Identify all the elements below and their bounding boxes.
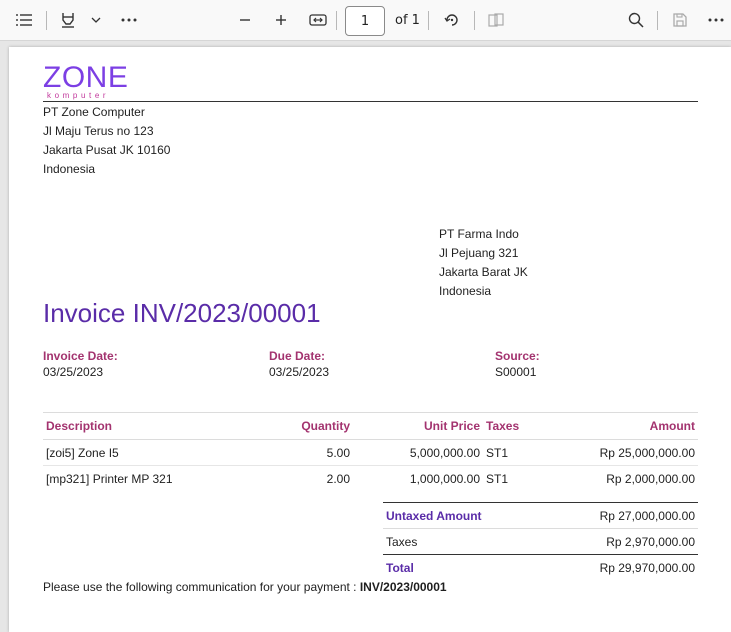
total-label: Total [383, 554, 541, 580]
search-icon[interactable] [624, 8, 648, 32]
untaxed-label: Untaxed Amount [383, 502, 541, 529]
column-header-description: Description [43, 412, 277, 440]
address-line: PT Farma Indo [439, 227, 519, 241]
address-line: PT Zone Computer [43, 105, 145, 119]
source-block: Source: S00001 [495, 349, 540, 382]
address-line: Jakarta Barat JK [439, 265, 528, 279]
toolbar-divider [46, 11, 47, 30]
address-line: Jl Pejuang 321 [439, 246, 519, 260]
highlight-icon[interactable] [56, 8, 80, 32]
taxes-label: Taxes [386, 534, 418, 549]
source-label: Source: [495, 349, 540, 363]
line-description: [zoi5] Zone I5 [43, 439, 277, 466]
address-line: Jl Maju Terus no 123 [43, 124, 154, 138]
invoice-title: Invoice INV/2023/00001 [43, 298, 321, 328]
toolbar-divider [428, 11, 429, 30]
line-amount: Rp 2,000,000.00 [606, 471, 695, 486]
invoice-date-value: 03/25/2023 [43, 365, 104, 379]
address-line: Jakarta Pusat JK 10160 [43, 143, 171, 157]
totals-table: Untaxed Amount Rp 27,000,000.00 Taxes Rp… [383, 502, 698, 580]
line-description: [mp321] Printer MP 321 [46, 471, 173, 486]
table-header-row: Description Quantity Unit Price Taxes Am… [43, 412, 698, 440]
more-options-icon[interactable] [704, 8, 728, 32]
zoom-out-icon[interactable] [233, 8, 257, 32]
due-date-value: 03/25/2023 [269, 365, 330, 379]
company-logo-subtitle: komputer [47, 91, 110, 100]
line-taxes: ST1 [486, 471, 509, 486]
line-taxes: ST1 [483, 439, 549, 466]
page-number-input[interactable]: 1 [345, 6, 385, 36]
zoom-in-icon[interactable] [269, 8, 293, 32]
toolbar-divider [657, 11, 658, 30]
column-header-amount: Amount [549, 412, 698, 440]
total-value: Rp 29,970,000.00 [540, 554, 698, 580]
line-unit-price: 1,000,000.00 [409, 471, 480, 486]
untaxed-value: Rp 27,000,000.00 [540, 502, 698, 529]
line-unit-price: 5,000,000.00 [353, 439, 483, 466]
payment-text: Please use the following communication f… [43, 580, 360, 594]
address-line: Indonesia [43, 162, 96, 176]
list-outline-icon[interactable] [12, 8, 36, 32]
due-date-block: Due Date: 03/25/2023 [269, 349, 329, 382]
line-quantity: 2.00 [326, 471, 350, 486]
due-date-label: Due Date: [269, 349, 326, 363]
page-count: of 1 [395, 13, 420, 28]
line-amount: Rp 25,000,000.00 [549, 439, 698, 466]
header-divider [43, 101, 698, 102]
invoice-date-label: Invoice Date: [43, 349, 118, 363]
pdf-toolbar: 1 of 1 [0, 0, 731, 41]
invoice-lines-table: Description Quantity Unit Price Taxes Am… [43, 412, 698, 491]
fit-width-icon[interactable] [306, 8, 330, 32]
untaxed-row: Untaxed Amount Rp 27,000,000.00 [383, 502, 698, 529]
rotate-icon[interactable] [440, 8, 464, 32]
payment-communication: Please use the following communication f… [43, 580, 447, 594]
taxes-value: Rp 2,970,000.00 [606, 534, 695, 549]
payment-reference: INV/2023/00001 [359, 580, 447, 594]
column-header-taxes: Taxes [483, 412, 549, 440]
line-quantity: 5.00 [277, 439, 353, 466]
customer-address: PT Farma Indo Jl Pejuang 321 Jakarta Bar… [439, 225, 528, 301]
chevron-down-icon[interactable] [84, 8, 108, 32]
company-address: PT Zone Computer Jl Maju Terus no 123 Ja… [43, 103, 170, 179]
save-icon[interactable] [668, 8, 692, 32]
more-options-icon[interactable] [117, 8, 141, 32]
table-row: [mp321] Printer MP 321 2.00 1,000,000.00… [43, 466, 698, 492]
source-value: S00001 [495, 365, 537, 379]
address-line: Indonesia [439, 284, 492, 298]
toolbar-divider [336, 11, 337, 30]
taxes-row: Taxes Rp 2,970,000.00 [383, 529, 698, 555]
company-logo: ZONE [43, 61, 129, 94]
total-row: Total Rp 29,970,000.00 [383, 554, 698, 580]
column-header-unit-price: Unit Price [353, 412, 483, 440]
invoice-date-block: Invoice Date: 03/25/2023 [43, 349, 118, 382]
toolbar-divider [474, 11, 475, 30]
column-header-quantity: Quantity [277, 412, 353, 440]
table-row: [zoi5] Zone I5 5.00 5,000,000.00 ST1 Rp … [43, 439, 698, 466]
document-page: ZONE komputer PT Zone Computer Jl Maju T… [9, 47, 731, 632]
page-view-icon[interactable] [484, 8, 508, 32]
